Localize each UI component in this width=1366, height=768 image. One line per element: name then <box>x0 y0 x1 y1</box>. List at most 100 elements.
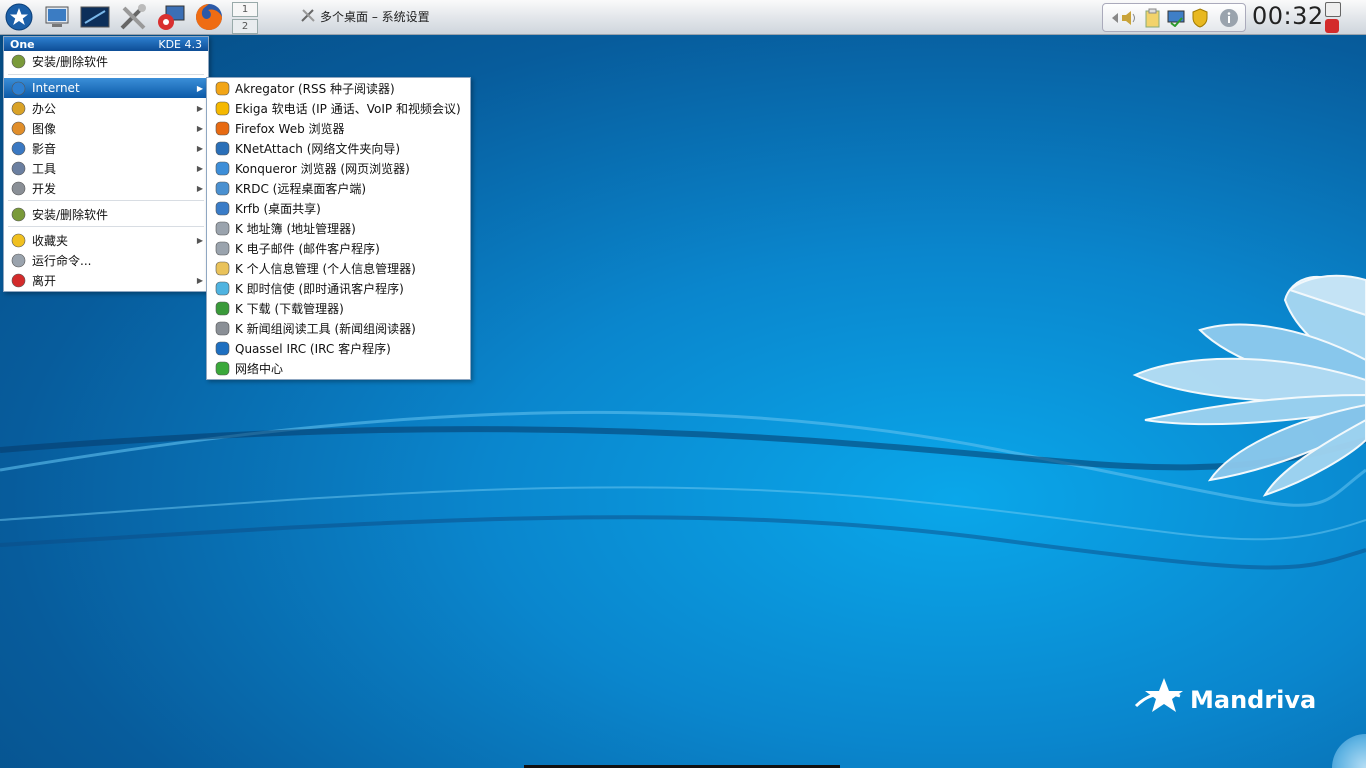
virtual-desktop-pager: 1 2 <box>232 2 258 36</box>
network-center-icon <box>214 360 230 376</box>
launcher-item[interactable]: 办公 ▶ <box>4 98 208 118</box>
submenu-arrow-icon: ▶ <box>196 143 203 153</box>
submenu-item-label: K 个人信息管理 (个人信息管理器) <box>235 261 416 276</box>
kickoff-star-icon[interactable] <box>4 2 34 32</box>
launcher-item-label: 安装/删除软件 <box>32 54 109 69</box>
system-tray <box>1102 3 1246 32</box>
multimedia-icon <box>10 140 26 156</box>
launcher-brand: One <box>10 37 35 51</box>
submenu-item[interactable]: K 下载 (下载管理器) <box>207 298 470 318</box>
launcher-item[interactable]: 图像 ▶ <box>4 118 208 138</box>
address-book-icon <box>214 220 230 236</box>
task-label: 多个桌面 – 系统设置 <box>320 10 430 24</box>
submenu-item[interactable]: Firefox Web 浏览器 <box>207 118 470 138</box>
launcher-item-label: Internet <box>32 81 80 95</box>
messenger-icon <box>214 280 230 296</box>
submenu-item-label: K 下载 (下载管理器) <box>235 301 344 316</box>
pager-desktop-2[interactable]: 2 <box>232 19 258 34</box>
lock-screen-icon[interactable] <box>1325 2 1341 17</box>
submenu-item[interactable]: KRDC (远程桌面客户端) <box>207 178 470 198</box>
submenu-item-label: K 电子邮件 (邮件客户程序) <box>235 241 380 256</box>
launcher-item[interactable]: 运行命令... <box>4 250 208 270</box>
submenu-arrow-icon: ▶ <box>196 275 203 285</box>
submenu-item-label: Firefox Web 浏览器 <box>235 121 345 136</box>
launcher-item[interactable]: 收藏夹 ▶ <box>4 230 208 250</box>
launcher-item[interactable]: 安装/删除软件 <box>4 51 208 71</box>
akregator-icon <box>214 80 230 96</box>
launcher-item[interactable]: 工具 ▶ <box>4 158 208 178</box>
clock[interactable]: 00:32 <box>1252 2 1324 30</box>
session-controls <box>1325 2 1341 33</box>
submenu-item[interactable]: Krfb (桌面共享) <box>207 198 470 218</box>
launcher-item-label: 影音 <box>32 141 57 156</box>
network-manager-icon[interactable] <box>1165 7 1187 29</box>
submenu-item-label: K 即时信使 (即时通讯客户程序) <box>235 281 404 296</box>
submenu-item-label: Quassel IRC (IRC 客户程序) <box>235 341 391 356</box>
launcher-item-label: 安装/删除软件 <box>32 207 109 222</box>
launcher-item-label: 收藏夹 <box>32 233 69 248</box>
launcher-item[interactable]: 影音 ▶ <box>4 138 208 158</box>
submenu-item-label: Ekiga 软电话 (IP 通话、VoIP 和视频会议) <box>235 101 461 116</box>
pager-desktop-1[interactable]: 1 <box>232 2 258 17</box>
ekiga-icon <box>214 100 230 116</box>
launcher-item-label: 运行命令... <box>32 253 92 268</box>
launcher-item[interactable]: 开发 ▶ <box>4 178 208 198</box>
krdc-icon <box>214 180 230 196</box>
submenu-item-label: 网络中心 <box>235 361 284 376</box>
submenu-arrow-icon: ▶ <box>196 123 203 133</box>
menu-separator <box>8 226 204 227</box>
taskbar: 1 2 多个桌面 – 系统设置 00:32 <box>0 0 1366 35</box>
launcher-item-label: 离开 <box>32 273 57 288</box>
submenu-item[interactable]: Ekiga 软电话 (IP 通话、VoIP 和视频会议) <box>207 98 470 118</box>
terminal-icon[interactable] <box>80 2 110 32</box>
menu-separator <box>8 74 204 75</box>
submenu-item[interactable]: Quassel IRC (IRC 客户程序) <box>207 338 470 358</box>
launcher-item-label: 工具 <box>32 161 57 176</box>
launcher-item[interactable]: 安装/删除软件 <box>4 204 208 224</box>
news-reader-icon <box>214 320 230 336</box>
submenu-arrow-icon: ▶ <box>196 183 203 193</box>
submenu-item[interactable]: 网络中心 <box>207 358 470 378</box>
pim-icon <box>214 260 230 276</box>
submenu-item[interactable]: K 电子邮件 (邮件客户程序) <box>207 238 470 258</box>
launcher-item[interactable]: 离开 ▶ <box>4 270 208 290</box>
firefox-icon <box>214 120 230 136</box>
submenu-item-label: Konqueror 浏览器 (网页浏览器) <box>235 161 410 176</box>
development-icon <box>10 180 26 196</box>
security-shield-icon[interactable] <box>1189 7 1211 29</box>
system-settings-icon <box>300 7 316 26</box>
submenu-arrow-icon: ▶ <box>196 103 203 113</box>
mandriva-wordmark: Mandriva <box>1190 686 1317 714</box>
system-tools-icon[interactable] <box>118 2 148 32</box>
submenu-item-label: KRDC (远程桌面客户端) <box>235 181 367 196</box>
task-system-settings[interactable]: 多个桌面 – 系统设置 <box>300 7 430 26</box>
submenu-item[interactable]: KNetAttach (网络文件夹向导) <box>207 138 470 158</box>
volume-icon[interactable] <box>1119 7 1141 29</box>
submenu-item[interactable]: K 地址簿 (地址管理器) <box>207 218 470 238</box>
favorites-star-icon <box>10 232 26 248</box>
submenu-item[interactable]: K 个人信息管理 (个人信息管理器) <box>207 258 470 278</box>
submenu-item[interactable]: Akregator (RSS 种子阅读器) <box>207 78 470 98</box>
submenu-item[interactable]: K 新闻组阅读工具 (新闻组阅读器) <box>207 318 470 338</box>
launcher-version: KDE 4.3 <box>158 37 202 51</box>
graphics-icon <box>10 120 26 136</box>
submenu-item[interactable]: Konqueror 浏览器 (网页浏览器) <box>207 158 470 178</box>
submenu-item-label: KNetAttach (网络文件夹向导) <box>235 141 401 156</box>
submenu-item-label: Krfb (桌面共享) <box>235 201 321 216</box>
firefox-icon[interactable] <box>194 2 224 32</box>
shutdown-icon[interactable] <box>1325 19 1339 33</box>
mandriva-star-icon <box>1134 678 1183 712</box>
info-icon[interactable] <box>1218 7 1240 29</box>
launcher-item-label: 开发 <box>32 181 57 196</box>
submenu-arrow-icon: ▶ <box>196 163 203 173</box>
submenu-item-label: Akregator (RSS 种子阅读器) <box>235 81 395 96</box>
desktop-icon[interactable] <box>42 2 72 32</box>
run-command-icon <box>10 252 26 268</box>
tools-icon <box>10 160 26 176</box>
krfb-icon <box>214 200 230 216</box>
remote-desktop-icon[interactable] <box>156 2 186 32</box>
clipboard-icon[interactable] <box>1142 7 1164 29</box>
launcher-item[interactable]: Internet ▶ <box>4 78 208 98</box>
submenu-item-label: K 新闻组阅读工具 (新闻组阅读器) <box>235 321 416 336</box>
submenu-item[interactable]: K 即时信使 (即时通讯客户程序) <box>207 278 470 298</box>
